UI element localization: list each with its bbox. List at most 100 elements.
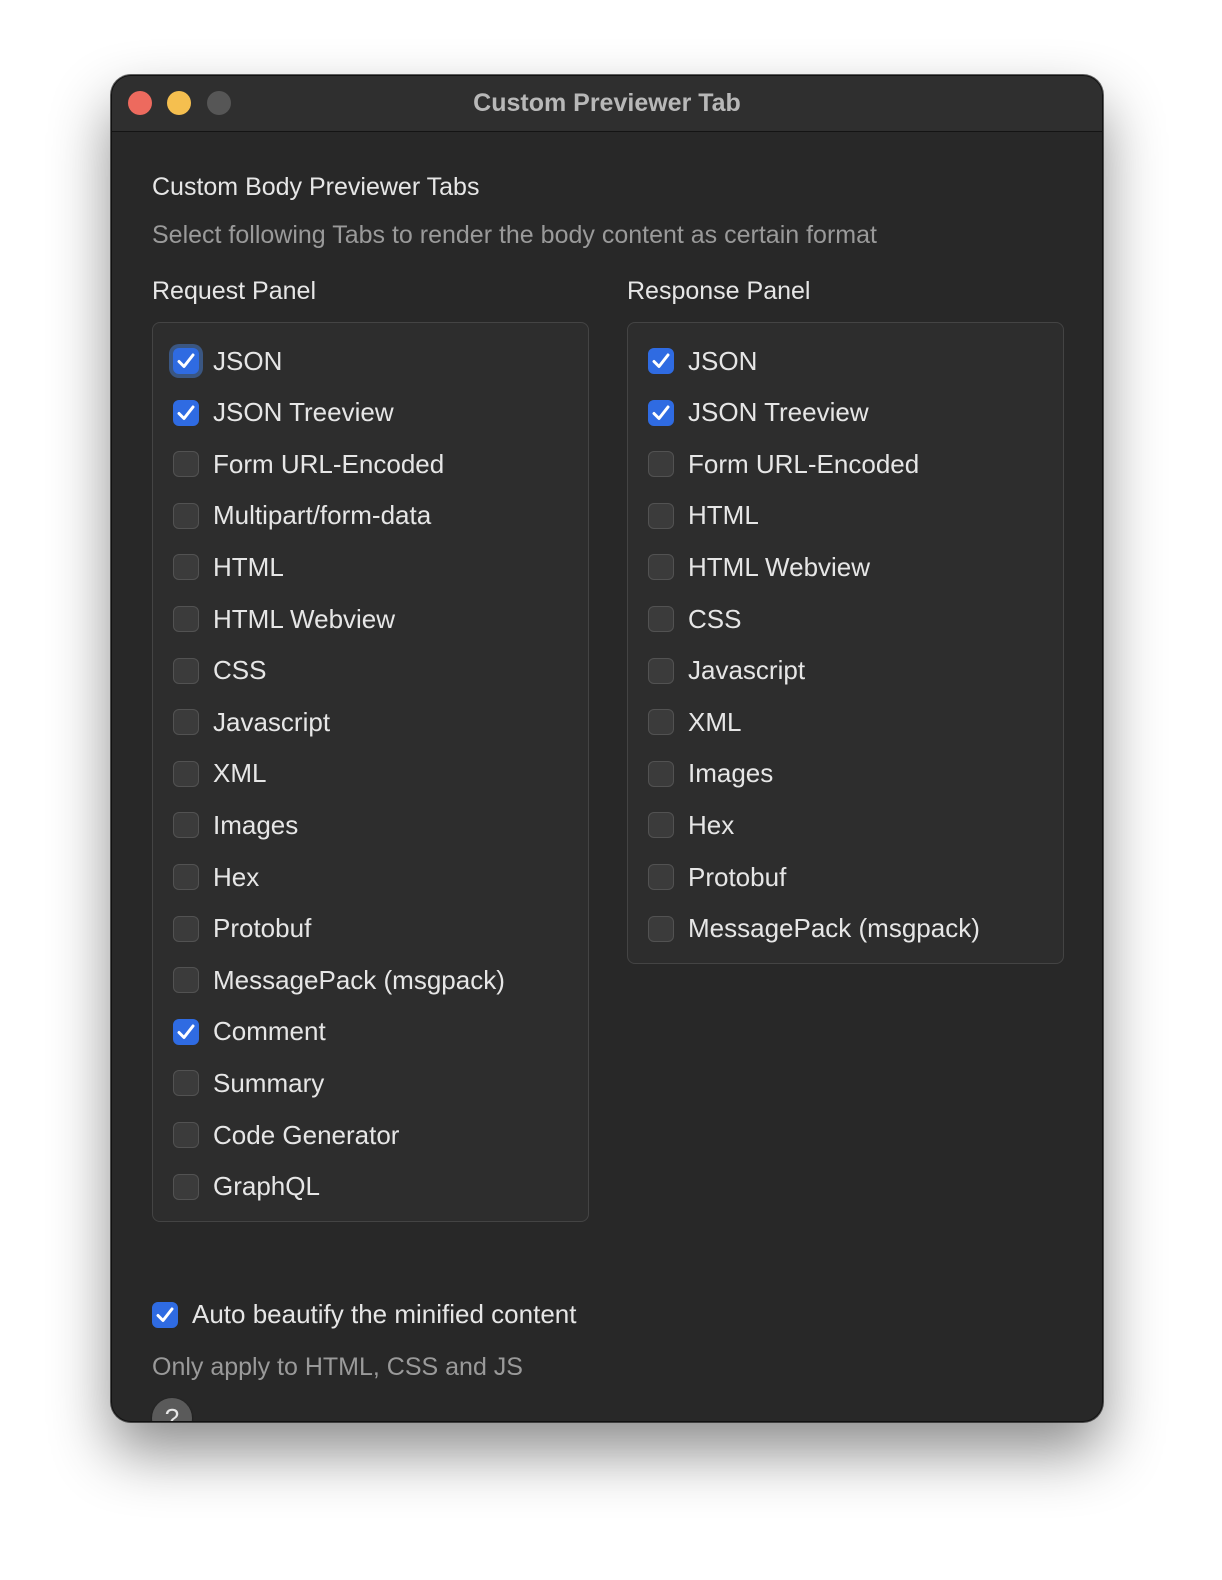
request-option-label: HTML Webview <box>213 603 396 634</box>
checkmark-icon <box>156 1307 174 1322</box>
dialog-window: Custom Previewer Tab Custom Body Preview… <box>111 75 1103 1422</box>
response-checkbox-json[interactable] <box>648 348 674 374</box>
response-checkbox-javascript[interactable] <box>648 657 674 684</box>
request-checkbox-summary[interactable] <box>173 1070 199 1097</box>
request-option-json[interactable]: JSON <box>173 341 282 381</box>
request-option-code-generator[interactable]: Code Generator <box>173 1115 399 1155</box>
response-option-css[interactable]: CSS <box>648 599 741 639</box>
request-option-label: Multipart/form-data <box>213 500 432 531</box>
response-checkbox-messagepack-msgpack[interactable] <box>648 915 674 942</box>
request-option-css[interactable]: CSS <box>173 651 266 691</box>
request-option-label: Code Generator <box>213 1119 400 1150</box>
response-option-label: HTML <box>688 500 759 531</box>
response-option-messagepack-msgpack[interactable]: MessagePack (msgpack) <box>648 909 980 949</box>
request-option-summary[interactable]: Summary <box>173 1063 324 1103</box>
response-option-xml[interactable]: XML <box>648 702 741 742</box>
request-option-protobuf[interactable]: Protobuf <box>173 909 311 949</box>
response-option-javascript[interactable]: Javascript <box>648 651 805 691</box>
auto-beautify-note: Only apply to HTML, CSS and JS <box>152 1353 523 1381</box>
response-option-json-treeview[interactable]: JSON Treeview <box>648 393 869 433</box>
response-option-images[interactable]: Images <box>648 754 773 794</box>
request-option-messagepack-msgpack[interactable]: MessagePack (msgpack) <box>173 960 505 1000</box>
request-option-hex[interactable]: Hex <box>173 857 259 897</box>
request-option-label: CSS <box>213 655 267 686</box>
request-option-label: Comment <box>213 1016 326 1047</box>
section-heading: Custom Body Previewer Tabs <box>152 173 480 201</box>
response-option-protobuf[interactable]: Protobuf <box>648 857 786 897</box>
request-option-label: JSON <box>213 345 283 376</box>
request-checkbox-css[interactable] <box>173 657 199 684</box>
request-checkbox-comment[interactable] <box>173 1018 199 1045</box>
response-option-label: MessagePack (msgpack) <box>688 913 980 944</box>
question-mark-icon: ? <box>164 1402 180 1422</box>
request-option-multipart-form-data[interactable]: Multipart/form-data <box>173 496 431 536</box>
request-checkbox-javascript[interactable] <box>173 709 199 736</box>
checkmark-icon <box>652 353 670 368</box>
checkmark-icon <box>177 1024 195 1039</box>
response-checkbox-images[interactable] <box>648 760 674 787</box>
dialog-content: Custom Body Previewer Tabs Select follow… <box>152 131 1064 1422</box>
auto-beautify-label: Auto beautify the minified content <box>192 1299 577 1329</box>
auto-beautify-option[interactable]: Auto beautify the minified content <box>152 1299 576 1330</box>
window-title: Custom Previewer Tab <box>473 89 741 117</box>
titlebar: Custom Previewer Tab <box>112 76 1102 132</box>
response-option-json[interactable]: JSON <box>648 341 757 381</box>
section-description: Select following Tabs to render the body… <box>152 221 877 249</box>
request-checkbox-json[interactable] <box>173 348 199 374</box>
response-checkbox-xml[interactable] <box>648 709 674 736</box>
request-option-graphql[interactable]: GraphQL <box>173 1167 320 1207</box>
response-option-label: Hex <box>688 809 735 840</box>
response-option-label: JSON <box>688 345 758 376</box>
response-checkbox-protobuf[interactable] <box>648 864 674 890</box>
response-panel-label: Response Panel <box>627 277 811 305</box>
request-option-images[interactable]: Images <box>173 805 298 845</box>
response-option-label: Form URL-Encoded <box>688 448 920 479</box>
request-checkbox-multipart-form-data[interactable] <box>173 502 199 529</box>
response-option-html-webview[interactable]: HTML Webview <box>648 547 870 587</box>
request-option-html[interactable]: HTML <box>173 547 284 587</box>
response-option-label: Protobuf <box>688 861 787 892</box>
response-option-label: JSON Treeview <box>688 397 869 428</box>
request-option-comment[interactable]: Comment <box>173 1012 326 1052</box>
response-checkbox-json-treeview[interactable] <box>648 399 674 426</box>
request-option-label: XML <box>213 758 267 789</box>
request-option-label: Form URL-Encoded <box>213 448 445 479</box>
request-checkbox-messagepack-msgpack[interactable] <box>173 967 199 994</box>
response-checkbox-html-webview[interactable] <box>648 554 674 581</box>
request-checkbox-xml[interactable] <box>173 760 199 787</box>
request-option-label: Images <box>213 809 299 840</box>
response-option-label: XML <box>688 706 742 737</box>
response-option-label: HTML Webview <box>688 551 871 582</box>
request-checkbox-code-generator[interactable] <box>173 1122 199 1148</box>
response-checkbox-css[interactable] <box>648 606 674 632</box>
checkmark-icon <box>177 405 195 420</box>
request-option-label: Javascript <box>213 706 331 737</box>
request-option-json-treeview[interactable]: JSON Treeview <box>173 393 394 433</box>
request-option-xml[interactable]: XML <box>173 754 266 794</box>
response-option-html[interactable]: HTML <box>648 496 759 536</box>
response-checkbox-html[interactable] <box>648 502 674 529</box>
help-button[interactable]: ? <box>152 1398 192 1422</box>
request-checkbox-json-treeview[interactable] <box>173 399 199 426</box>
request-checkbox-html[interactable] <box>173 554 199 581</box>
request-option-html-webview[interactable]: HTML Webview <box>173 599 395 639</box>
response-option-hex[interactable]: Hex <box>648 805 734 845</box>
request-option-label: MessagePack (msgpack) <box>213 964 505 995</box>
request-checkbox-protobuf[interactable] <box>173 915 199 942</box>
response-checkbox-hex[interactable] <box>648 812 674 839</box>
request-option-label: Summary <box>213 1067 325 1098</box>
request-panel-list: JSON JSON Treeview Form URL-Encoded Multipa… <box>152 322 589 1222</box>
request-checkbox-hex[interactable] <box>173 864 199 890</box>
response-checkbox-form-url-encoded[interactable] <box>648 451 674 478</box>
request-checkbox-images[interactable] <box>173 812 199 839</box>
request-option-javascript[interactable]: Javascript <box>173 702 330 742</box>
auto-beautify-checkbox[interactable] <box>152 1301 178 1328</box>
request-option-label: Hex <box>213 861 260 892</box>
request-option-label: Protobuf <box>213 913 312 944</box>
request-checkbox-form-url-encoded[interactable] <box>173 451 199 478</box>
response-option-label: CSS <box>688 603 742 634</box>
request-checkbox-graphql[interactable] <box>173 1173 199 1200</box>
response-option-form-url-encoded[interactable]: Form URL-Encoded <box>648 444 919 484</box>
request-option-form-url-encoded[interactable]: Form URL-Encoded <box>173 444 444 484</box>
request-checkbox-html-webview[interactable] <box>173 606 199 632</box>
